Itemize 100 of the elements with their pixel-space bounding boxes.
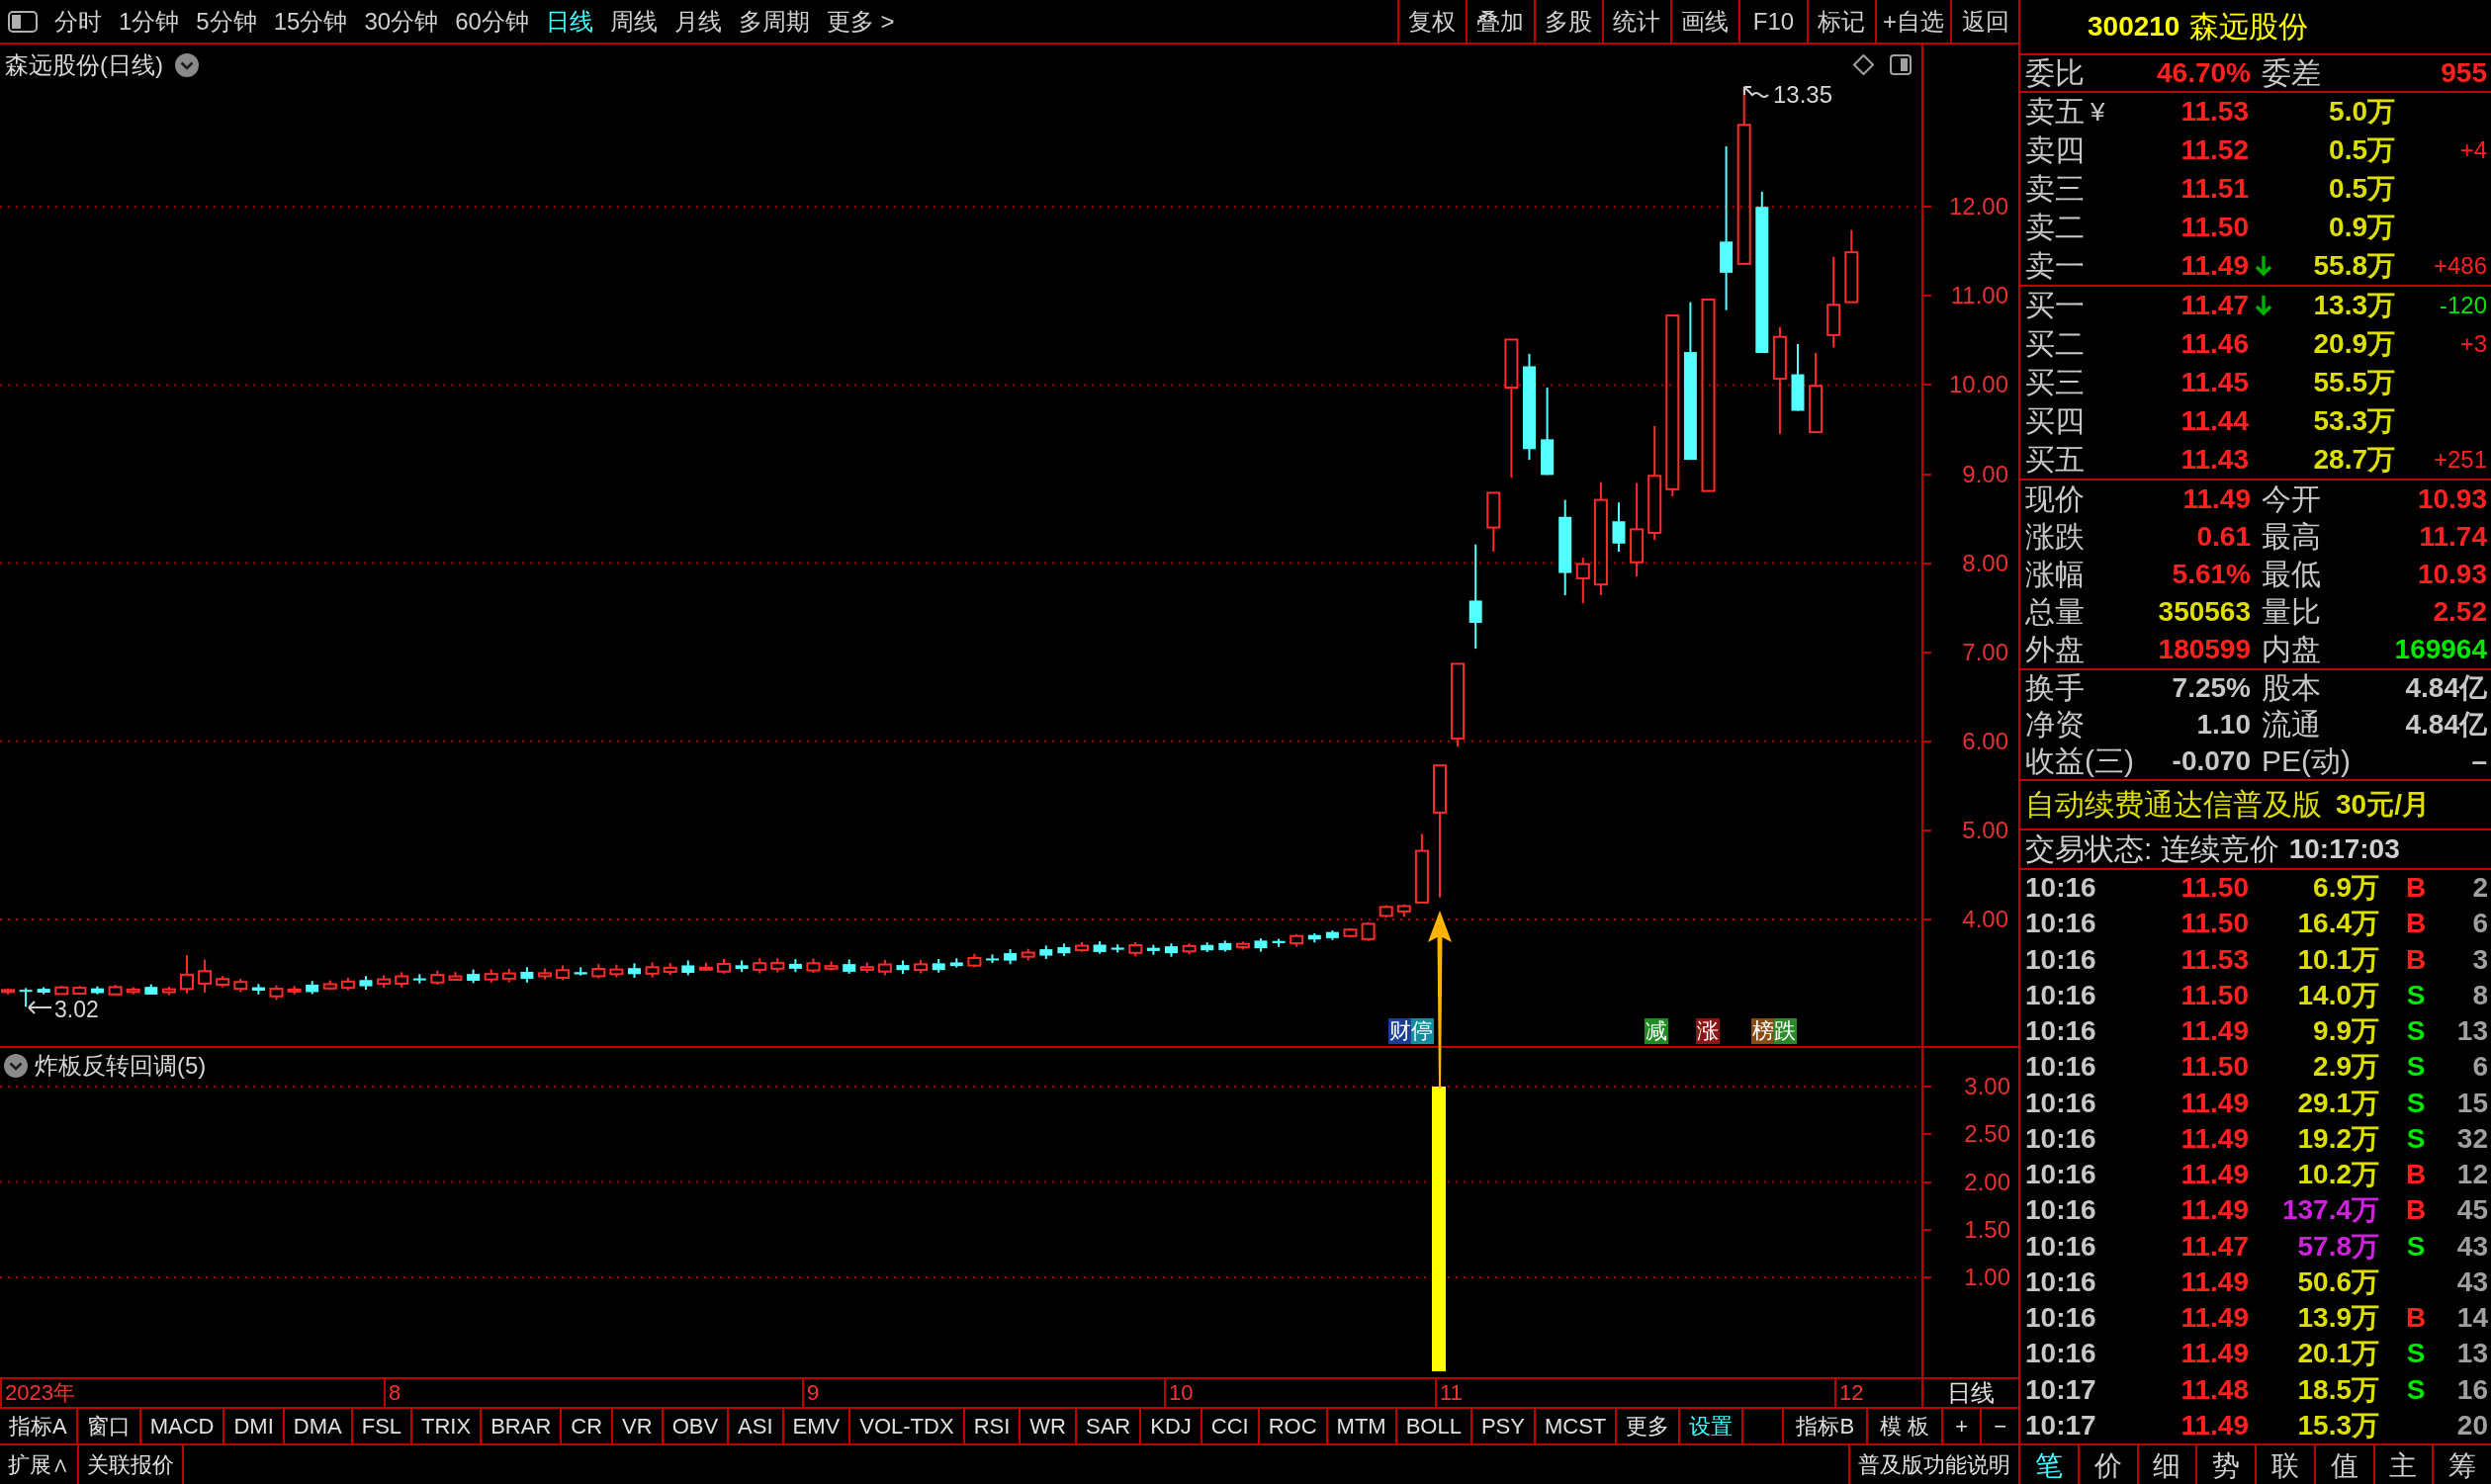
quote-value: -0.070 [2172, 744, 2251, 777]
order-volume: 13.3万 [2313, 290, 2395, 322]
indicator-tab[interactable]: CCI [1201, 1409, 1260, 1443]
indicator-tab[interactable]: ASI [729, 1409, 784, 1443]
indicator-tab[interactable]: TRIX [412, 1409, 483, 1443]
panel-tab[interactable]: 主 [2374, 1445, 2435, 1484]
toolbar-button[interactable]: 返回 [1950, 0, 2018, 43]
toolbar-button[interactable]: +自选 [1875, 0, 1950, 43]
indicator-tab[interactable]: VOL-TDX [850, 1409, 965, 1443]
period-tab[interactable]: 多周期 [738, 6, 810, 37]
order-price: 11.46 [2180, 328, 2249, 361]
trade-count: 14 [2456, 1302, 2488, 1335]
toolbar-button[interactable]: 标记 [1807, 0, 1875, 43]
trade-price: 11.50 [2180, 908, 2249, 940]
sidebar-toggle-icon[interactable] [8, 10, 38, 33]
toolbar-button[interactable]: 复权 [1397, 0, 1466, 43]
toolbar-button[interactable]: 多股 [1534, 0, 1602, 43]
indicator-tab[interactable]: FSL [352, 1409, 413, 1443]
trade-price: 11.49 [2180, 1087, 2249, 1119]
order-label: 卖三 [2025, 172, 2085, 206]
period-tab[interactable]: 日线 [545, 6, 593, 37]
indicator-tab[interactable]: BOLL [1396, 1409, 1472, 1443]
indicator-tab[interactable]: 设置 [1680, 1409, 1744, 1443]
order-label: 买五 [2025, 442, 2085, 477]
toolbar-button[interactable]: 画线 [1670, 0, 1738, 43]
trade-side: S [2406, 1015, 2426, 1048]
indicator-tab[interactable]: CR [562, 1409, 614, 1443]
toolbar-button[interactable]: F10 [1738, 0, 1807, 43]
period-tab[interactable]: 30分钟 [364, 6, 439, 37]
indicator-tab[interactable]: KDJ [1141, 1409, 1202, 1443]
period-tab[interactable]: 60分钟 [455, 6, 529, 37]
indicator-tab[interactable]: MCST [1535, 1409, 1618, 1443]
indicator-tool-button[interactable]: − [1982, 1409, 2018, 1443]
panel-tab[interactable]: 筹 [2434, 1445, 2491, 1484]
indicator-tab[interactable]: DMA [284, 1409, 353, 1443]
signal-tag: 榜跌 [1751, 1018, 1797, 1044]
indicator-tab[interactable]: SAR [1076, 1409, 1142, 1443]
indicator-tab[interactable]: 更多 [1617, 1409, 1681, 1443]
period-tab[interactable]: 15分钟 [273, 6, 348, 37]
quote-label: 今开 [2262, 482, 2321, 516]
indicator-tab[interactable]: DMI [224, 1409, 285, 1443]
quote-label: 外盘 [2025, 633, 2085, 666]
chevron-down-icon[interactable] [4, 1054, 28, 1078]
quote-label: 收益(三) [2025, 743, 2134, 778]
period-tab[interactable]: 更多 > [826, 6, 895, 37]
trading-status: 交易状态: 连续竞价 [2025, 832, 2279, 866]
indicator-tab[interactable]: 窗口 [77, 1409, 141, 1443]
period-tab[interactable]: 5分钟 [196, 6, 257, 37]
panel-tab[interactable]: 价 [2079, 1445, 2139, 1484]
trade-volume: 18.5万 [2297, 1373, 2379, 1406]
chevron-down-icon[interactable] [175, 53, 199, 77]
trade-count: 16 [2456, 1373, 2488, 1406]
trade-time: 10:16 [2025, 1230, 2096, 1262]
period-tab[interactable]: 1分钟 [119, 6, 180, 37]
order-change: +4 [2459, 136, 2487, 165]
trade-count: 43 [2456, 1266, 2488, 1298]
indicator-tab[interactable]: 指标A [0, 1409, 78, 1443]
trade-time: 10:17 [2025, 1409, 2096, 1440]
trade-time: 10:16 [2025, 1159, 2096, 1190]
panel-tab[interactable]: 笔 [2020, 1445, 2080, 1484]
indicator-tab[interactable]: MACD [140, 1409, 225, 1443]
month-label: 11 [1440, 1381, 1463, 1405]
toolbar-button[interactable]: 叠加 [1466, 0, 1534, 43]
panel-tab[interactable]: 细 [2138, 1445, 2198, 1484]
period-tab[interactable]: 周线 [609, 6, 658, 37]
panel-icon[interactable] [1890, 54, 1912, 75]
bottom-bar-button[interactable]: 扩展∧ [0, 1445, 79, 1484]
indicator-tab[interactable]: RSI [964, 1409, 1022, 1443]
trade-count: 13 [2456, 1015, 2488, 1048]
toolbar-button[interactable]: 统计 [1602, 0, 1670, 43]
bottom-bar-button[interactable]: 关联报价 [79, 1445, 184, 1484]
trade-side: S [2406, 1051, 2426, 1084]
indicator-tab[interactable]: PSY [1471, 1409, 1536, 1443]
panel-tab[interactable]: 值 [2315, 1445, 2375, 1484]
indicator-tab[interactable]: WR [1021, 1409, 1077, 1443]
trade-volume: 20.1万 [2297, 1338, 2379, 1370]
help-button[interactable]: 普及版功能说明 [1848, 1445, 2018, 1484]
trade-price: 11.49 [2180, 1266, 2249, 1298]
quote-label: 总量 [2025, 595, 2085, 629]
indicator-tab[interactable]: OBV [663, 1409, 730, 1443]
panel-tab[interactable]: 联 [2257, 1445, 2316, 1484]
indicator-tab[interactable]: BRAR [482, 1409, 563, 1443]
order-volume: 53.3万 [2313, 404, 2395, 437]
period-tab[interactable]: 分时 [54, 6, 102, 37]
diamond-icon[interactable] [1853, 54, 1874, 75]
indicator-tab[interactable]: MTM [1327, 1409, 1397, 1443]
order-label: 买二 [2025, 327, 2085, 362]
indicator-tool-button[interactable]: 指标B [1784, 1409, 1869, 1443]
indicator-tab[interactable]: ROC [1259, 1409, 1328, 1443]
indicator-tab[interactable]: VR [613, 1409, 664, 1443]
quote-label: 内盘 [2262, 633, 2321, 666]
quote-label: 最高 [2262, 520, 2321, 554]
promo-text: 自动续费通达信普及版 [2025, 788, 2322, 822]
indicator-tab[interactable]: EMV [783, 1409, 851, 1443]
indicator-tool-button[interactable]: 模 板 [1868, 1409, 1944, 1443]
indicator-tool-button[interactable]: + [1943, 1409, 1983, 1443]
order-label: 卖五 [2025, 95, 2085, 130]
period-tab[interactable]: 月线 [673, 6, 722, 37]
trade-price: 11.47 [2180, 1230, 2249, 1263]
panel-tab[interactable]: 势 [2197, 1445, 2257, 1484]
